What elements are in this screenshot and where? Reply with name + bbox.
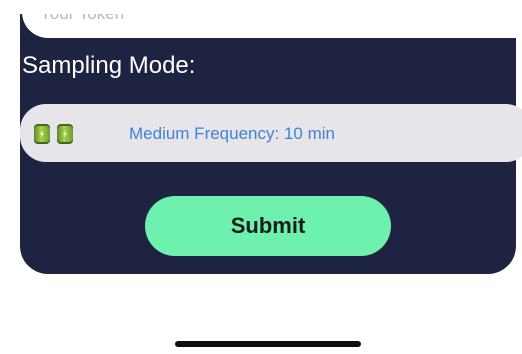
submit-button[interactable]: Submit [145, 196, 391, 256]
sampling-mode-value: Medium Frequency: 10 min [129, 124, 335, 143]
top-clip [0, 0, 522, 14]
mode-icons [34, 124, 73, 144]
sampling-mode-picker[interactable]: Medium Frequency: 10 min [20, 104, 522, 162]
battery-icon [34, 124, 50, 144]
battery-icon [57, 124, 73, 144]
home-indicator[interactable] [175, 341, 361, 347]
sampling-mode-label: Sampling Mode: [22, 52, 196, 79]
